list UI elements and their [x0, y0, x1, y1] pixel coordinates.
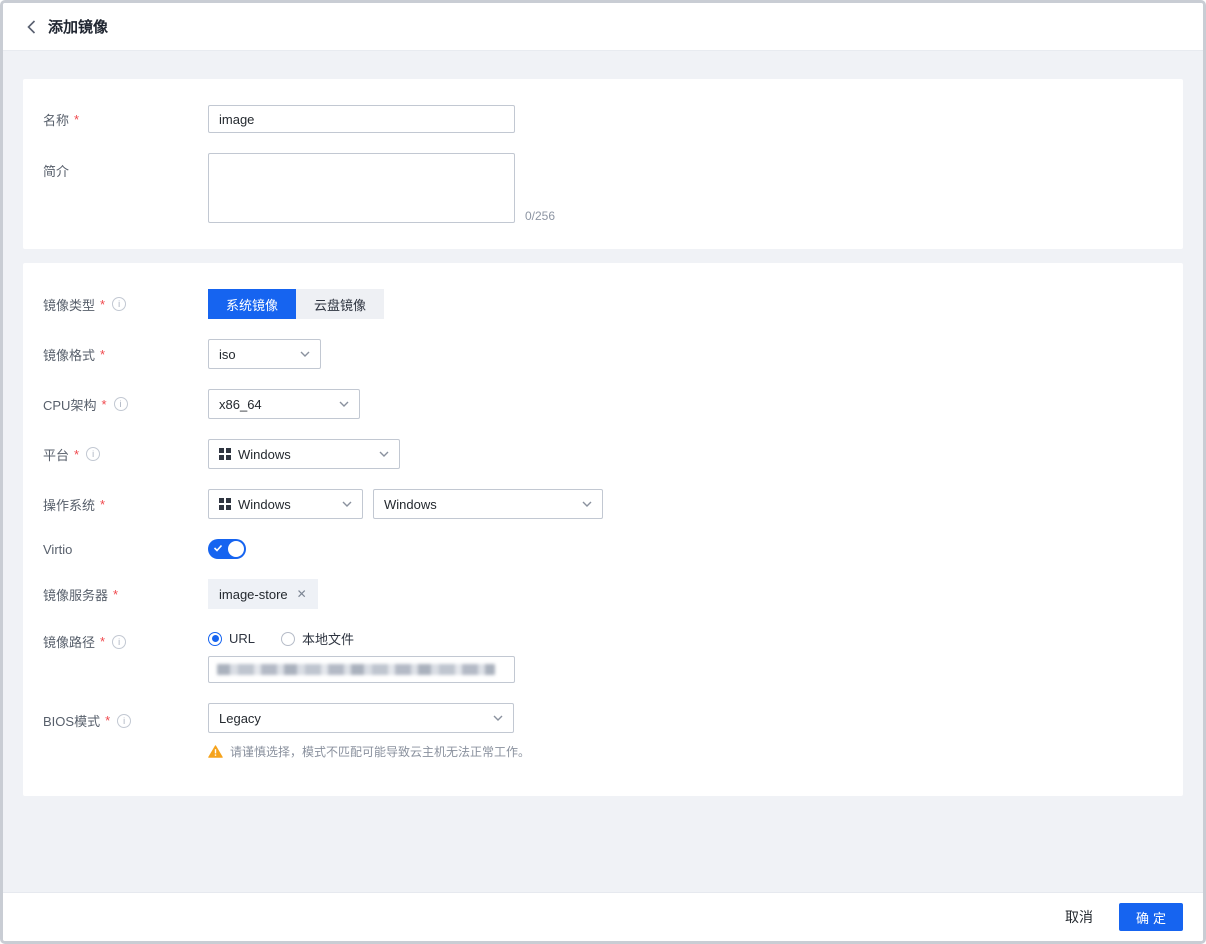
chevron-down-icon	[379, 451, 389, 457]
remove-tag-icon[interactable]: ✕	[297, 587, 307, 601]
chevron-left-icon	[27, 20, 36, 34]
image-server-label: 镜像服务器	[43, 585, 108, 604]
chevron-down-icon	[339, 401, 349, 407]
name-label: 名称	[43, 110, 69, 129]
chevron-down-icon	[582, 501, 592, 507]
windows-logo-icon	[219, 498, 231, 510]
required-mark: *	[113, 587, 118, 602]
footer-bar: 取消 确定	[3, 892, 1203, 941]
image-format-label: 镜像格式	[43, 345, 95, 364]
bios-warning-text: 请谨慎选择，模式不匹配可能导致云主机无法正常工作。	[230, 743, 530, 760]
image-format-value: iso	[219, 347, 236, 362]
platform-label: 平台	[43, 445, 69, 464]
check-icon	[213, 543, 223, 553]
char-counter: 0/256	[525, 209, 555, 223]
radio-dot	[281, 632, 295, 646]
platform-value: Windows	[238, 447, 291, 462]
image-server-tag: image-store ✕	[208, 579, 318, 609]
chevron-down-icon	[300, 351, 310, 357]
radio-url[interactable]: URL	[208, 631, 255, 646]
cpu-arch-label: CPU架构	[43, 395, 96, 414]
bios-mode-value: Legacy	[219, 711, 261, 726]
image-path-label: 镜像路径	[43, 632, 95, 651]
required-mark: *	[74, 112, 79, 127]
required-mark: *	[100, 497, 105, 512]
info-icon[interactable]: i	[114, 397, 128, 411]
required-mark: *	[100, 297, 105, 312]
radio-dot	[208, 632, 222, 646]
back-button[interactable]	[27, 20, 36, 34]
image-server-tag-label: image-store	[219, 587, 288, 602]
description-textarea[interactable]	[208, 153, 515, 223]
image-detail-card: 镜像类型 * i 系统镜像 云盘镜像 镜像格式 * iso	[23, 263, 1183, 796]
page-title: 添加镜像	[48, 16, 108, 37]
info-icon[interactable]: i	[117, 714, 131, 728]
add-image-page: 添加镜像 名称 * 简介 0/256	[0, 0, 1206, 944]
form-area: 名称 * 简介 0/256 镜像类型 * i	[3, 51, 1203, 892]
bios-warning: 请谨慎选择，模式不匹配可能导致云主机无法正常工作。	[208, 743, 530, 760]
radio-url-label: URL	[229, 631, 255, 646]
cpu-arch-select[interactable]: x86_64	[208, 389, 360, 419]
image-format-select[interactable]: iso	[208, 339, 321, 369]
radio-local-file[interactable]: 本地文件	[281, 629, 354, 648]
chevron-down-icon	[342, 501, 352, 507]
required-mark: *	[74, 447, 79, 462]
bios-mode-select[interactable]: Legacy	[208, 703, 514, 733]
redacted-url-value	[217, 664, 495, 675]
required-mark: *	[100, 347, 105, 362]
info-icon[interactable]: i	[86, 447, 100, 461]
os-version-value: Windows	[384, 497, 437, 512]
info-icon[interactable]: i	[112, 297, 126, 311]
bios-mode-label: BIOS模式	[43, 711, 100, 730]
required-mark: *	[100, 634, 105, 649]
url-input[interactable]	[208, 656, 515, 683]
info-icon[interactable]: i	[112, 635, 126, 649]
name-input[interactable]	[208, 105, 515, 133]
warning-icon	[208, 745, 223, 758]
bios-mode-controls: Legacy 请谨慎选择，模式不匹配可能导致云主机无法正常工作。	[208, 703, 530, 760]
image-path-controls: URL 本地文件	[208, 629, 515, 683]
cancel-button[interactable]: 取消	[1065, 907, 1093, 927]
description-label: 简介	[43, 161, 69, 180]
os-label: 操作系统	[43, 495, 95, 514]
image-type-label: 镜像类型	[43, 295, 95, 314]
toggle-knob	[228, 541, 244, 557]
chevron-down-icon	[493, 715, 503, 721]
basic-info-card: 名称 * 简介 0/256	[23, 79, 1183, 249]
page-header: 添加镜像	[3, 3, 1203, 51]
image-type-tabs: 系统镜像 云盘镜像	[208, 289, 384, 319]
os-family-value: Windows	[238, 497, 291, 512]
radio-local-label: 本地文件	[302, 629, 354, 648]
windows-logo-icon	[219, 448, 231, 460]
cpu-arch-value: x86_64	[219, 397, 262, 412]
confirm-button[interactable]: 确定	[1119, 903, 1183, 931]
platform-select[interactable]: Windows	[208, 439, 400, 469]
tab-system-image[interactable]: 系统镜像	[208, 289, 296, 319]
os-version-select[interactable]: Windows	[373, 489, 603, 519]
os-family-select[interactable]: Windows	[208, 489, 363, 519]
required-mark: *	[105, 713, 110, 728]
virtio-label: Virtio	[43, 542, 72, 557]
virtio-toggle[interactable]	[208, 539, 246, 559]
required-mark: *	[101, 397, 106, 412]
tab-volume-image[interactable]: 云盘镜像	[296, 289, 384, 319]
